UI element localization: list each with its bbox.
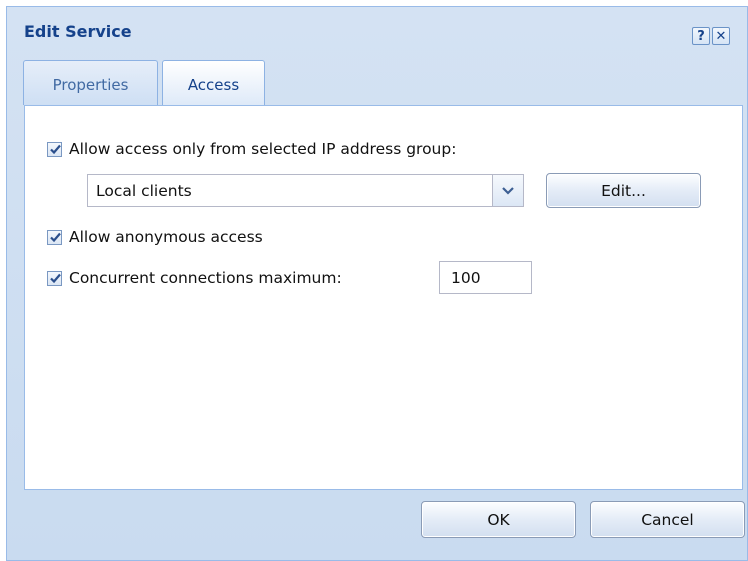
check-icon bbox=[50, 144, 61, 154]
ip-group-restrict-row: Allow access only from selected IP addre… bbox=[47, 140, 456, 158]
edit-ip-group-button[interactable]: Edit... bbox=[546, 173, 701, 208]
concurrent-connections-input[interactable]: 100 bbox=[439, 261, 532, 294]
check-icon bbox=[50, 273, 61, 283]
dialog-title: Edit Service bbox=[24, 22, 132, 41]
cancel-button[interactable]: Cancel bbox=[590, 501, 745, 538]
chevron-down-icon bbox=[502, 186, 514, 195]
ip-group-select[interactable]: Local clients bbox=[87, 174, 524, 207]
tab-properties[interactable]: Properties bbox=[23, 60, 158, 105]
edit-service-dialog: Edit Service ? ✕ Properties Access Allow… bbox=[0, 0, 748, 561]
check-icon bbox=[50, 232, 61, 242]
ip-group-restrict-checkbox[interactable] bbox=[47, 141, 62, 157]
concurrent-connections-label: Concurrent connections maximum: bbox=[69, 269, 342, 287]
access-panel: Allow access only from selected IP addre… bbox=[24, 105, 743, 490]
tab-access[interactable]: Access bbox=[162, 60, 265, 106]
anonymous-access-label: Allow anonymous access bbox=[69, 228, 263, 246]
anonymous-access-checkbox[interactable] bbox=[47, 229, 62, 245]
concurrent-connections-checkbox[interactable] bbox=[47, 270, 62, 286]
dialog-frame: Edit Service ? ✕ Properties Access Allow… bbox=[6, 6, 748, 561]
ip-group-restrict-label: Allow access only from selected IP addre… bbox=[69, 140, 457, 158]
concurrent-connections-row: Concurrent connections maximum: bbox=[47, 269, 342, 287]
ok-button[interactable]: OK bbox=[421, 501, 576, 538]
ip-group-dropdown-trigger[interactable] bbox=[492, 175, 523, 206]
anonymous-access-row: Allow anonymous access bbox=[47, 228, 263, 246]
ip-group-select-value: Local clients bbox=[96, 182, 192, 200]
dialog-titlebar[interactable]: Edit Service ? ✕ bbox=[7, 7, 747, 53]
help-icon[interactable]: ? bbox=[692, 27, 710, 45]
close-icon[interactable]: ✕ bbox=[712, 27, 730, 45]
